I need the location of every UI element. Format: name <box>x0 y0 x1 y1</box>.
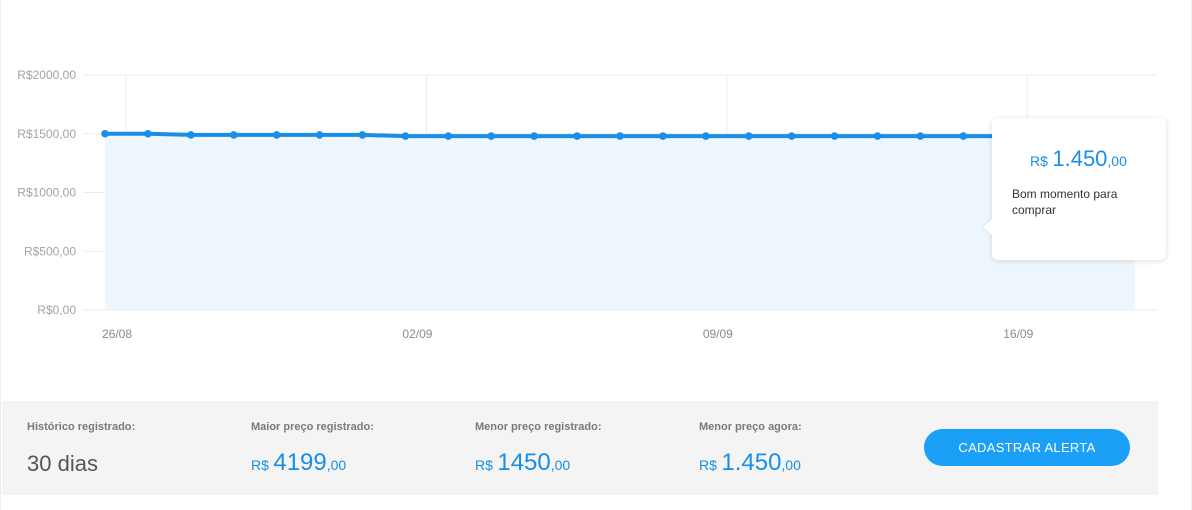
data-point <box>530 132 538 140</box>
data-point <box>315 131 324 139</box>
tooltip-price-integer: 1.450 <box>1052 146 1108 171</box>
x-tick-label: 02/09 <box>402 327 432 341</box>
data-point <box>744 132 753 140</box>
data-point <box>229 131 238 139</box>
stat-min-integer: 1450 <box>497 449 551 476</box>
stat-max-label: Maior preço registrado: <box>251 421 374 433</box>
data-point <box>873 132 882 140</box>
y-tick-label: R$500,00 <box>24 244 76 258</box>
data-point <box>573 132 581 140</box>
stat-min-currency: R$ <box>475 457 493 473</box>
stat-now-decimal: ,00 <box>781 457 801 473</box>
data-point <box>487 132 496 140</box>
data-point <box>101 129 109 138</box>
y-tick-label: R$1500,00 <box>17 127 76 141</box>
stat-max-price: R$ 4199,00 <box>251 449 374 477</box>
y-tick-label: R$0,00 <box>37 303 76 317</box>
stat-max: Maior preço registrado: R$ 4199,00 <box>251 421 374 477</box>
stat-now-price: R$ 1.450,00 <box>699 449 802 477</box>
data-point <box>616 132 624 140</box>
create-alert-button[interactable]: CADASTRAR ALERTA <box>924 429 1130 466</box>
stat-now: Menor preço agora: R$ 1.450,00 <box>699 421 802 477</box>
tooltip-price: R$ 1.450,00 <box>1030 146 1127 172</box>
data-point <box>187 131 195 139</box>
stat-min-label: Menor preço registrado: <box>475 421 602 433</box>
data-point <box>830 132 839 140</box>
stat-now-integer: 1.450 <box>721 449 782 476</box>
stat-history-value: 30 dias <box>27 451 98 476</box>
x-tick-label: 26/08 <box>102 327 132 341</box>
data-point <box>272 131 281 139</box>
stat-history-label: Histórico registrado: <box>27 421 136 433</box>
stat-max-currency: R$ <box>251 457 269 473</box>
stat-max-integer: 4199 <box>273 449 327 476</box>
stats-bar: Histórico registrado: 30 dias Maior preç… <box>2 401 1158 495</box>
stat-history: Histórico registrado: 30 dias <box>27 421 135 477</box>
data-point <box>959 132 968 140</box>
stat-now-currency: R$ <box>699 457 717 473</box>
stat-min-price: R$ 1450,00 <box>475 449 602 477</box>
data-point <box>358 131 367 139</box>
data-point <box>916 132 925 140</box>
stat-max-decimal: ,00 <box>326 457 347 473</box>
series-area <box>105 133 1135 310</box>
tooltip-arrow <box>983 219 992 235</box>
data-point <box>702 132 710 140</box>
tooltip-currency: R$ <box>1030 153 1048 169</box>
data-point <box>787 132 796 140</box>
tooltip-price-decimal: ,00 <box>1107 153 1127 169</box>
price-tooltip: R$ 1.450,00 Bom momento para comprar <box>983 118 1166 260</box>
chart-area <box>105 133 1135 310</box>
data-point <box>144 129 152 138</box>
data-point <box>444 132 453 140</box>
data-point <box>659 132 667 140</box>
y-tick-label: R$2000,00 <box>17 68 76 82</box>
stat-min-decimal: ,00 <box>550 457 571 473</box>
data-point <box>401 132 410 140</box>
tooltip-message: Bom momento para comprar <box>1012 187 1118 217</box>
y-axis-ticks: R$2000,00 R$1500,00 R$1000,00 R$500,00 R$0,0… <box>17 68 76 317</box>
x-tick-label: 09/09 <box>703 327 733 341</box>
x-axis-ticks: 26/08 02/09 09/09 16/09 <box>102 327 1034 341</box>
y-tick-label: R$1000,00 <box>17 186 76 200</box>
x-tick-label: 16/09 <box>1003 327 1033 341</box>
stat-min: Menor preço registrado: R$ 1450,00 <box>475 421 602 477</box>
stat-now-label: Menor preço agora: <box>699 421 802 433</box>
